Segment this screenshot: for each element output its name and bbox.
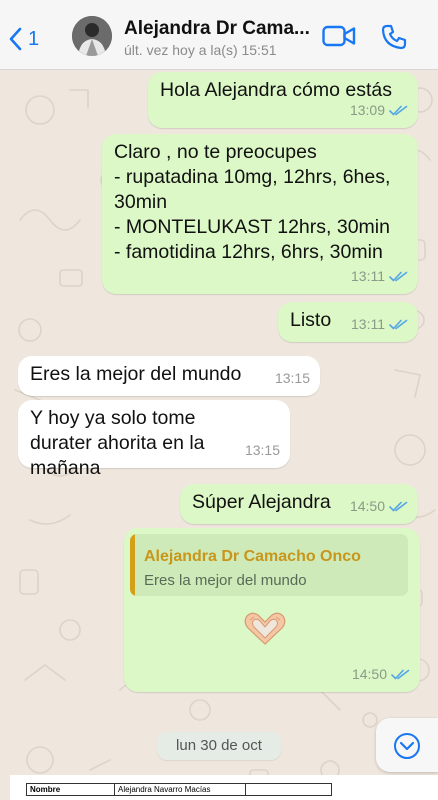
chevron-left-icon [9,27,22,51]
double-check-read-icon [389,501,408,512]
double-check-read-icon [389,319,408,330]
date-separator: lun 30 de oct [157,732,281,760]
quoted-message[interactable]: Alejandra Dr Camacho Onco Eres la mejor … [130,534,408,596]
message-bubble-outgoing[interactable]: Súper Alejandra 14:50 [180,484,418,524]
message-bubble-incoming[interactable]: Eres la mejor del mundo 13:15 [18,356,320,396]
heart-hands-icon [244,612,286,645]
image-message-preview[interactable]: Nombre Alejandra Navarro Macías [10,775,438,800]
double-check-read-icon [389,271,408,282]
message-time: 13:09 [349,102,385,118]
scroll-to-bottom-button[interactable] [376,718,438,772]
table-cell-empty [245,783,332,796]
video-call-icon[interactable] [322,24,356,48]
message-bubble-outgoing[interactable]: Listo 13:11 [278,302,418,342]
table-row: Nombre Alejandra Navarro Macías [26,783,332,796]
quoted-author: Alejandra Dr Camacho Onco [144,548,361,565]
double-check-read-icon [391,669,410,680]
message-time: 14:50 [351,666,387,682]
unread-count: 1 [28,27,40,50]
last-seen-status: últ. vez hoy a la(s) 15:51 [124,42,277,58]
phone-call-icon[interactable] [381,24,407,50]
table-cell-value: Alejandra Navarro Macías [114,783,246,796]
chevron-down-circle-icon [394,733,420,759]
message-text: Eres la mejor del mundo [30,363,242,385]
avatar-photo [72,16,112,56]
quote-accent-bar [130,534,135,596]
message-time: 13:11 [351,268,385,284]
quoted-text: Eres la mejor del mundo [144,572,307,589]
message-time: 14:50 [349,498,385,514]
contact-name[interactable]: Alejandra Dr Cama... [124,18,324,40]
message-text: Claro , no te preocupes - rupatadina 10m… [114,141,391,263]
chat-area[interactable]: Hola Alejandra cómo estás 13:09 Claro , … [0,70,438,800]
message-text: Y hoy ya solo tome durater ahorita en la… [30,407,205,479]
double-check-read-icon [389,105,408,116]
message-bubble-reply[interactable]: Alejandra Dr Camacho Onco Eres la mejor … [124,528,420,692]
message-time: 13:11 [351,316,385,332]
message-time: 13:15 [274,370,310,386]
message-bubble-outgoing[interactable]: Claro , no te preocupes - rupatadina 10m… [102,134,418,294]
message-bubble-outgoing[interactable]: Hola Alejandra cómo estás 13:09 [148,72,418,128]
message-time: 13:15 [244,442,280,458]
back-button[interactable]: 1 [8,26,39,52]
chat-header: 1 Alejandra Dr Cama... últ. vez hoy a la… [0,0,438,70]
table-cell-label: Nombre [26,783,115,796]
message-bubble-incoming[interactable]: Y hoy ya solo tome durater ahorita en la… [18,400,290,479]
document-table: Nombre Alejandra Navarro Macías [26,783,332,796]
avatar[interactable] [72,16,112,56]
